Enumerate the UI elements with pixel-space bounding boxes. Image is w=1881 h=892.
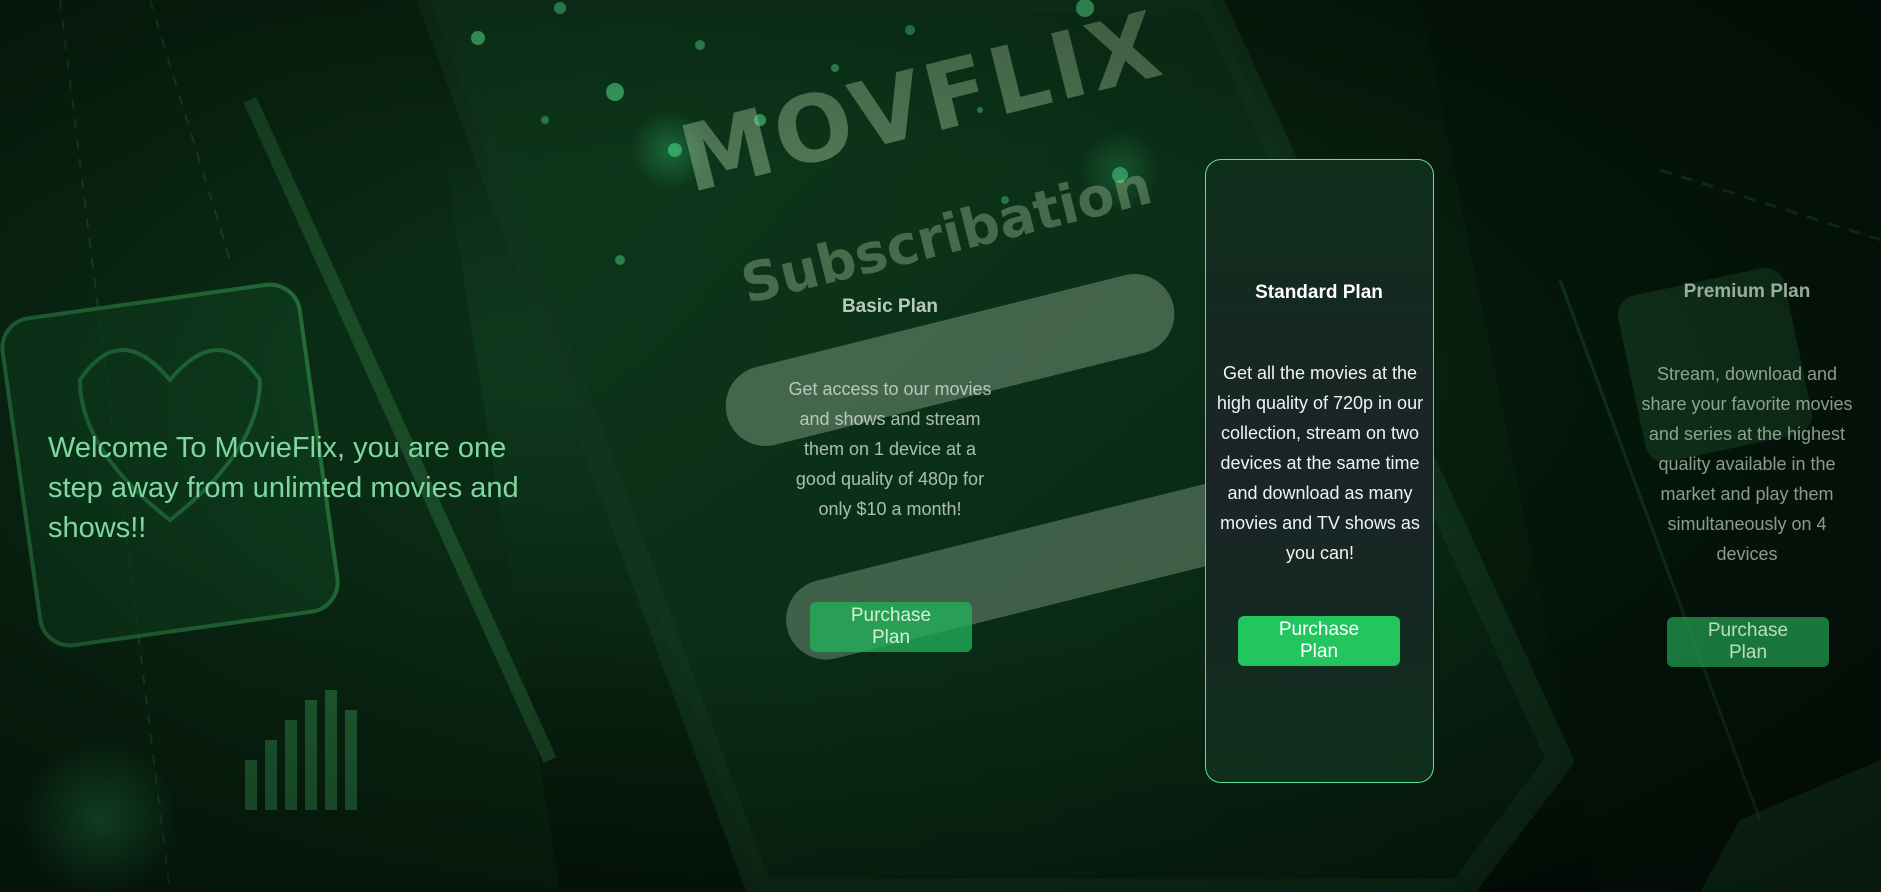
plan-description: Stream, download and share your favorite… — [1641, 364, 1853, 564]
plan-title: Standard Plan — [1255, 282, 1383, 303]
plan-description: Get all the movies at the high quality o… — [1216, 363, 1424, 563]
purchase-standard-button[interactable]: Purchase Plan — [1238, 616, 1400, 666]
subscription-page: MOVFLIX Subscribation Welcome To MovieFl… — [0, 0, 1881, 892]
plan-card-standard: Standard Plan Get all the movies at the … — [1205, 159, 1434, 783]
welcome-message: Welcome To MovieFlix, you are one step a… — [48, 432, 519, 544]
plan-description: Get access to our movies and shows and s… — [788, 379, 992, 519]
purchase-premium-button[interactable]: Purchase Plan — [1667, 617, 1829, 667]
plan-title: Basic Plan — [841, 296, 939, 317]
purchase-basic-button[interactable]: Purchase Plan — [810, 602, 972, 652]
plan-title: Premium Plan — [1683, 281, 1811, 302]
